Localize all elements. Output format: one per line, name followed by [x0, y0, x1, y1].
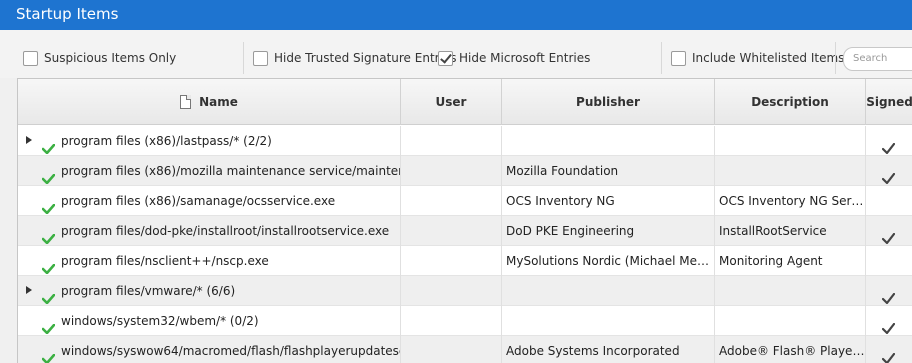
hide-microsoft-check-box[interactable]	[438, 50, 453, 66]
cell-publisher: Adobe Systems Incorporated	[502, 336, 715, 363]
cell-signed	[866, 186, 912, 216]
cell-user	[401, 216, 502, 246]
hide-microsoft-checkbox[interactable]: Hide Microsoft Entries	[438, 49, 590, 67]
cell-description	[715, 276, 866, 306]
cell-description: InstallRootService	[715, 216, 866, 246]
cell-user	[401, 336, 502, 363]
column-header-publisher[interactable]: Publisher	[502, 79, 715, 125]
checkmark-icon	[881, 345, 896, 363]
cell-user	[401, 186, 502, 216]
item-path: program files/dod-pke/installroot/instal…	[61, 224, 390, 238]
suspicious-items-checkbox[interactable]: Suspicious Items Only	[23, 49, 176, 67]
cell-description: Adobe® Flash® Player U...	[715, 336, 866, 363]
hide-microsoft-label: Hide Microsoft Entries	[459, 51, 591, 65]
table-row[interactable]: program files/vmware/* (6/6)	[18, 276, 912, 306]
item-path: program files (x86)/mozilla maintenance …	[61, 164, 400, 178]
table-row[interactable]: program files/dod-pke/installroot/instal…	[18, 216, 912, 246]
column-header-name[interactable]: Name	[18, 79, 401, 125]
green-check-icon	[41, 285, 56, 305]
item-path: windows/system32/wbem/* (0/2)	[61, 314, 259, 328]
item-path: program files/nsclient++/nscp.exe	[61, 254, 269, 268]
cell-description	[715, 306, 866, 336]
checkmark-icon	[881, 135, 896, 155]
cell-signed	[866, 216, 912, 246]
cell-name: program files/nsclient++/nscp.exe	[18, 246, 401, 276]
cell-name: program files/dod-pke/installroot/instal…	[18, 216, 401, 246]
cell-user	[401, 246, 502, 276]
cell-publisher	[502, 126, 715, 156]
hide-trusted-check-box[interactable]	[253, 50, 268, 66]
cell-signed	[866, 276, 912, 306]
checkmark-icon	[881, 165, 896, 185]
hide-trusted-checkbox[interactable]: Hide Trusted Signature Entries	[253, 49, 457, 67]
table-row[interactable]: program files (x86)/lastpass/* (2/2)	[18, 126, 912, 156]
green-check-icon	[41, 135, 56, 155]
item-path: windows/syswow64/macromed/flash/flashpla…	[61, 344, 400, 358]
suspicious-items-label: Suspicious Items Only	[44, 51, 177, 65]
table-header: Name User Publisher Description Signed	[18, 79, 912, 125]
green-check-icon	[41, 195, 56, 215]
item-path: program files/vmware/* (6/6)	[61, 284, 236, 298]
cell-user	[401, 156, 502, 186]
green-check-icon	[41, 315, 56, 335]
search-input[interactable]: Search	[843, 47, 912, 71]
cell-description	[715, 156, 866, 186]
cell-publisher: DoD PKE Engineering	[502, 216, 715, 246]
cell-signed	[866, 336, 912, 363]
green-check-icon	[41, 225, 56, 245]
table-row[interactable]: windows/system32/wbem/* (0/2)	[18, 306, 912, 336]
include-whitelisted-label: Include Whitelisted Items	[692, 51, 845, 65]
cell-name: program files/vmware/* (6/6)	[18, 276, 401, 306]
cell-signed	[866, 306, 912, 336]
checkmark-icon	[881, 315, 896, 335]
table-row[interactable]: program files (x86)/samanage/ocsservice.…	[18, 186, 912, 216]
toolbar-divider	[661, 42, 662, 74]
checkmark-icon	[881, 225, 896, 245]
table-row[interactable]: program files (x86)/mozilla maintenance …	[18, 156, 912, 186]
cell-user	[401, 276, 502, 306]
cell-signed	[866, 246, 912, 276]
table-row[interactable]: windows/syswow64/macromed/flash/flashpla…	[18, 336, 912, 363]
column-header-name-label: Name	[199, 95, 238, 109]
suspicious-items-check-box[interactable]	[23, 50, 38, 66]
toolbar-divider	[835, 42, 836, 74]
cell-description	[715, 126, 866, 156]
expand-triangle-icon[interactable]	[26, 136, 32, 144]
cell-publisher	[502, 306, 715, 336]
cell-publisher: OCS Inventory NG	[502, 186, 715, 216]
cell-description: OCS Inventory NG Service	[715, 186, 866, 216]
filter-toolbar: Suspicious Items Only Hide Trusted Signa…	[0, 30, 912, 78]
include-whitelisted-checkbox[interactable]: Include Whitelisted Items	[671, 49, 844, 67]
table-row[interactable]: program files/nsclient++/nscp.exe MySolut…	[18, 246, 912, 276]
cell-publisher: MySolutions Nordic (Michael Medin)	[502, 246, 715, 276]
cell-description: Monitoring Agent	[715, 246, 866, 276]
cell-user	[401, 126, 502, 156]
green-check-icon	[41, 165, 56, 185]
column-header-signed[interactable]: Signed	[866, 79, 912, 125]
hide-trusted-label: Hide Trusted Signature Entries	[274, 51, 457, 65]
cell-name: program files (x86)/mozilla maintenance …	[18, 156, 401, 186]
toolbar-divider	[243, 42, 244, 74]
cell-name: program files (x86)/samanage/ocsservice.…	[18, 186, 401, 216]
cell-user	[401, 306, 502, 336]
checkmark-icon	[881, 285, 896, 305]
green-check-icon	[41, 255, 56, 275]
item-path: program files (x86)/lastpass/* (2/2)	[61, 134, 272, 148]
cell-publisher: Mozilla Foundation	[502, 156, 715, 186]
cell-name: windows/system32/wbem/* (0/2)	[18, 306, 401, 336]
startup-items-table: Name User Publisher Description Signed p…	[17, 78, 912, 363]
cell-name: program files (x86)/lastpass/* (2/2)	[18, 126, 401, 156]
window-title: Startup Items	[0, 0, 912, 30]
column-header-user[interactable]: User	[401, 79, 502, 125]
column-header-description[interactable]: Description	[715, 79, 866, 125]
document-icon	[180, 95, 192, 109]
cell-publisher	[502, 276, 715, 306]
cell-name: windows/syswow64/macromed/flash/flashpla…	[18, 336, 401, 363]
item-path: program files (x86)/samanage/ocsservice.…	[61, 194, 336, 208]
expand-triangle-icon[interactable]	[26, 286, 32, 294]
cell-signed	[866, 126, 912, 156]
include-whitelisted-check-box[interactable]	[671, 50, 686, 66]
cell-signed	[866, 156, 912, 186]
green-check-icon	[41, 345, 56, 363]
